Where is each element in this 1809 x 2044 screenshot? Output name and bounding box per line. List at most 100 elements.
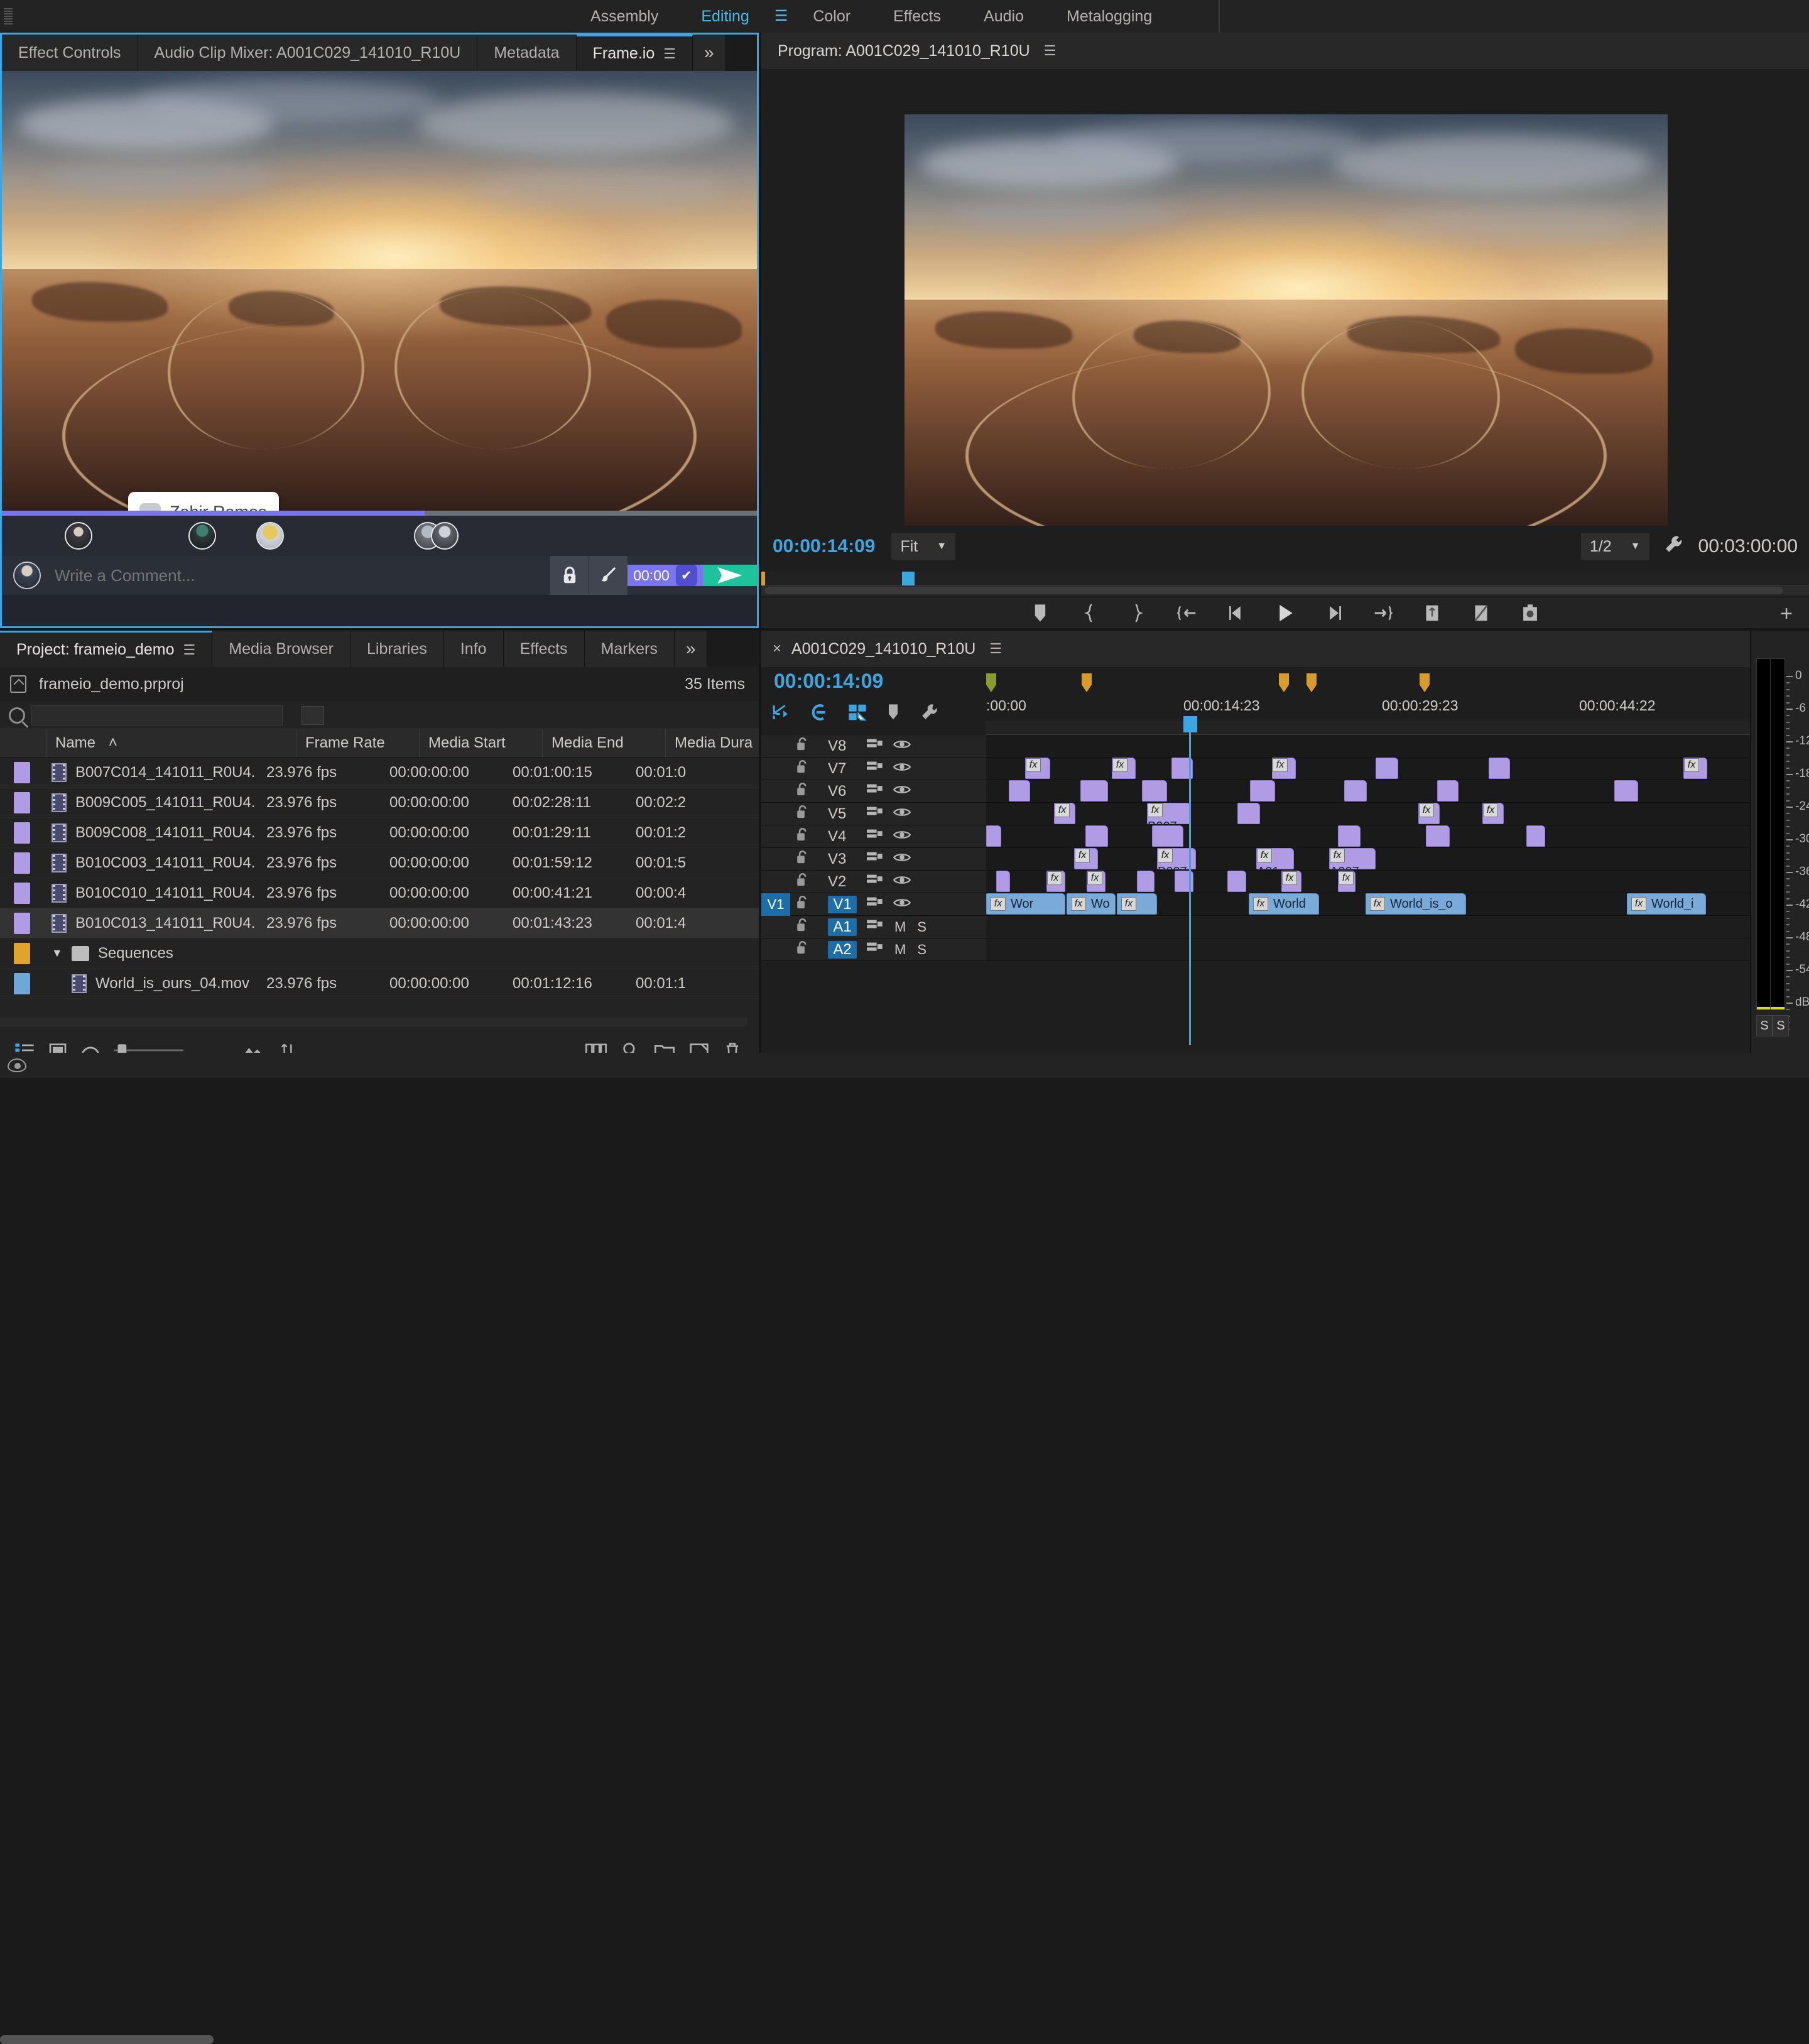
project-hscroll-track[interactable] xyxy=(0,1018,747,1026)
track-header-v6[interactable]: V6 xyxy=(761,780,986,803)
table-row[interactable]: B010C003_141011_R0U4.23.976 fps00:00:00:… xyxy=(0,848,759,878)
panel-grip-handle[interactable] xyxy=(0,0,16,33)
track-name-v8[interactable]: V8 xyxy=(828,737,857,755)
export-frame-button[interactable] xyxy=(1516,601,1544,625)
eye-icon[interactable] xyxy=(8,1058,26,1072)
track-name-v7[interactable]: V7 xyxy=(828,760,857,778)
avatar-marker-3[interactable] xyxy=(256,522,284,550)
timeline-clip[interactable]: fx xyxy=(1281,871,1301,892)
timeline-sequence-title[interactable]: A001C029_141010_R10U xyxy=(791,640,975,658)
track-name-v3[interactable]: V3 xyxy=(828,851,857,868)
track-lane-a2[interactable] xyxy=(986,938,1794,961)
timeline-playhead-timecode[interactable]: 00:00:14:09 xyxy=(774,670,883,693)
meter-solo-right[interactable]: S xyxy=(1773,1015,1789,1036)
frameio-scrub-bar[interactable] xyxy=(2,511,757,516)
workspace-tab-editing[interactable]: Editing xyxy=(680,0,770,33)
avatar-marker-2[interactable] xyxy=(188,522,216,550)
program-current-timecode[interactable]: 00:00:14:09 xyxy=(773,536,875,557)
track-lane-v1[interactable]: fxWorfxWofxfxWorldfxWorld_is_ofxWorld_i xyxy=(986,893,1794,916)
timeline-clip[interactable] xyxy=(1152,825,1183,847)
tab-info[interactable]: Info xyxy=(444,631,504,667)
track-mute-button[interactable]: M xyxy=(894,942,906,958)
project-search-input[interactable] xyxy=(31,705,283,726)
go-to-out-button[interactable] xyxy=(1369,601,1397,625)
timeline-clip[interactable]: fx xyxy=(1683,758,1707,779)
timeline-marker[interactable] xyxy=(1420,673,1430,692)
tab-project[interactable]: Project: frameio_demo ☰ xyxy=(0,631,212,667)
meter-solo-left[interactable]: S xyxy=(1756,1015,1773,1036)
workspace-menu-icon[interactable]: ☰ xyxy=(771,0,792,33)
workspace-tab-effects[interactable]: Effects xyxy=(872,0,962,33)
private-comment-lock-icon[interactable] xyxy=(550,556,589,595)
workspace-tab-color[interactable]: Color xyxy=(791,0,872,33)
track-lane-v5[interactable]: fxfxB007fxfx xyxy=(986,803,1794,825)
track-sync-lock-icon[interactable] xyxy=(867,874,883,890)
track-lane-v7[interactable]: fxfxfxfx xyxy=(986,758,1794,780)
timeline-clip[interactable]: fxWorld xyxy=(1249,893,1319,915)
table-row[interactable]: ▼Sequences xyxy=(0,938,759,969)
timeline-clip[interactable] xyxy=(1085,825,1108,847)
frameio-video-preview[interactable]: Zahir Ramos xyxy=(2,71,757,511)
timeline-clip[interactable]: fx xyxy=(1054,803,1075,824)
program-marker[interactable] xyxy=(761,572,765,585)
timeline-playhead-handle[interactable] xyxy=(1183,716,1197,732)
tab-effect-controls[interactable]: Effect Controls xyxy=(2,35,138,71)
track-header-v4[interactable]: V4 xyxy=(761,825,986,848)
step-forward-button[interactable] xyxy=(1320,601,1348,625)
row-name-cell[interactable]: B010C013_141011_R0U4. xyxy=(30,914,266,933)
project-panel-menu-icon[interactable]: ☰ xyxy=(183,642,196,658)
table-row[interactable]: B009C008_141011_R0U4.23.976 fps00:00:00:… xyxy=(0,818,759,848)
source-tabs-overflow-icon[interactable]: » xyxy=(693,35,726,71)
track-eye-icon[interactable] xyxy=(893,897,911,912)
workspace-tab-assembly[interactable]: Assembly xyxy=(569,0,680,33)
tab-frameio[interactable]: Frame.io ☰ xyxy=(577,35,693,71)
program-video-preview[interactable] xyxy=(905,114,1668,526)
avatar-marker-1[interactable] xyxy=(65,522,92,550)
add-marker-button[interactable] xyxy=(1026,601,1054,625)
project-up-folder-icon[interactable] xyxy=(10,675,26,693)
timeline-clip[interactable]: fxWorld_is_o xyxy=(1366,893,1466,915)
comment-timecode-toggle[interactable]: 00:00 ✔ xyxy=(627,565,703,586)
timeline-clip[interactable] xyxy=(1080,780,1108,802)
program-scrub-area[interactable] xyxy=(761,572,1809,595)
program-playhead[interactable] xyxy=(902,572,915,585)
timeline-settings-wrench-icon[interactable] xyxy=(920,703,938,726)
tab-effects[interactable]: Effects xyxy=(504,631,585,667)
mark-out-button[interactable] xyxy=(1124,601,1152,625)
playback-resolution-dropdown[interactable]: 1/2 ▼ xyxy=(1581,533,1649,560)
timeline-clip[interactable] xyxy=(1614,780,1638,802)
timeline-clip[interactable]: fxA007 xyxy=(1329,848,1376,869)
column-header-frame-rate[interactable]: Frame Rate xyxy=(296,729,420,758)
project-tabs-overflow-icon[interactable]: » xyxy=(675,631,708,667)
timeline-clip[interactable] xyxy=(1142,780,1167,802)
track-lock-icon[interactable] xyxy=(795,804,809,824)
tab-media-browser[interactable]: Media Browser xyxy=(212,631,350,667)
play-stop-button[interactable] xyxy=(1271,601,1299,625)
track-sync-lock-icon[interactable] xyxy=(867,851,883,867)
track-header-v8[interactable]: V8 xyxy=(761,735,986,758)
timeline-clip[interactable] xyxy=(1437,780,1459,802)
program-duration-timecode[interactable]: 00:03:00:00 xyxy=(1698,536,1798,557)
timeline-clip[interactable]: fxWo xyxy=(1067,893,1116,915)
timeline-clip[interactable] xyxy=(1250,780,1275,802)
track-eye-icon[interactable] xyxy=(893,784,911,799)
column-header-media-start[interactable]: Media Start xyxy=(420,729,543,758)
track-eye-icon[interactable] xyxy=(893,807,911,822)
track-header-a1[interactable]: A1MS xyxy=(761,916,986,938)
track-lock-icon[interactable] xyxy=(795,849,809,869)
tab-markers[interactable]: Markers xyxy=(585,631,675,667)
track-solo-button[interactable]: S xyxy=(917,942,926,958)
avatar-marker-5[interactable] xyxy=(431,522,459,550)
timeline-ruler-ticks[interactable] xyxy=(986,721,1796,735)
track-sync-lock-icon[interactable] xyxy=(867,806,883,822)
track-eye-icon[interactable] xyxy=(893,874,911,889)
track-header-a2[interactable]: A2MS xyxy=(761,938,986,961)
track-header-v5[interactable]: V5 xyxy=(761,803,986,825)
timeline-clip[interactable]: fx xyxy=(1117,893,1157,915)
track-mute-button[interactable]: M xyxy=(894,919,906,935)
timeline-clip[interactable] xyxy=(1137,871,1154,892)
timeline-clip[interactable]: fx xyxy=(1272,758,1296,779)
track-lane-v2[interactable]: fxfxfxfx xyxy=(986,871,1794,893)
timeline-clip[interactable]: fx xyxy=(1112,758,1136,779)
track-header-v3[interactable]: V3 xyxy=(761,848,986,871)
